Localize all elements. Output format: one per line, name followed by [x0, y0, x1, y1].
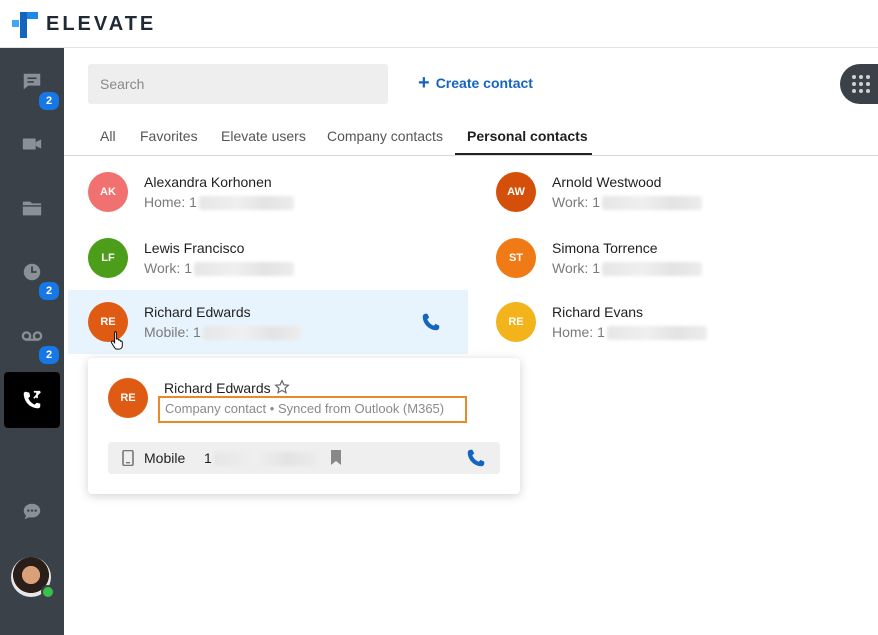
contact-avatar: AK	[88, 172, 128, 212]
sidebar-item-messages[interactable]	[4, 484, 60, 540]
dialpad-button[interactable]	[840, 64, 878, 104]
contact-avatar: RE	[496, 302, 536, 342]
contact-avatar: AW	[496, 172, 536, 212]
contact-item-hovered[interactable]: RE Richard Edwards Mobile: 1	[68, 290, 468, 354]
contact-item[interactable]: AW Arnold Westwood Work: 1	[476, 158, 876, 222]
contact-phone: Work: 1	[552, 260, 702, 277]
tab-personal-contacts[interactable]: Personal contacts	[467, 128, 588, 144]
sidebar-item-chat[interactable]: 2	[4, 54, 61, 112]
dialpad-icon	[852, 75, 870, 93]
contact-phone: Home: 1	[552, 324, 707, 341]
contact-item[interactable]: RE Richard Evans Home: 1	[476, 290, 876, 354]
sidebar: 2 2 2	[0, 48, 64, 635]
folder-icon	[22, 201, 42, 216]
contact-name: Richard Edwards	[144, 304, 251, 320]
contact-name: Alexandra Korhonen	[144, 174, 272, 190]
video-icon	[22, 138, 42, 150]
contact-tabs: All Favorites Elevate users Company cont…	[64, 118, 878, 156]
contact-name: Richard Evans	[552, 304, 644, 320]
call-phone-icon[interactable]	[465, 447, 487, 469]
contact-phone: Home: 1	[144, 194, 294, 211]
create-contact-label: Create contact	[435, 75, 533, 91]
tab-elevate-users[interactable]: Elevate users	[221, 128, 306, 144]
search-input[interactable]	[88, 64, 388, 104]
elevate-logo	[12, 12, 38, 38]
clock-icon	[23, 263, 41, 281]
tab-all[interactable]: All	[100, 128, 116, 144]
active-tab-indicator	[455, 153, 592, 155]
plus-icon: +	[418, 72, 430, 94]
contact-details-card: RE Richard Edwards Company contact • Syn…	[88, 358, 520, 494]
contacts-phone-icon	[23, 390, 41, 409]
star-icon[interactable]	[274, 379, 290, 395]
create-contact-button[interactable]: + Create contact	[418, 72, 533, 94]
voicemail-badge: 2	[37, 344, 61, 366]
card-contact-name: Richard Edwards	[164, 380, 271, 396]
contact-item[interactable]: LF Lewis Francisco Work: 1	[68, 224, 468, 288]
bookmark-icon[interactable]	[330, 450, 342, 465]
brand-name: ELEVATE	[46, 13, 157, 35]
sidebar-item-meetings[interactable]	[4, 116, 60, 172]
phone-type-label: Mobile	[144, 450, 186, 466]
phone-number-row[interactable]: Mobile 1	[108, 442, 500, 474]
contact-phone: Work: 1	[552, 194, 702, 211]
top-bar: ELEVATE	[0, 0, 878, 48]
history-badge: 2	[37, 280, 61, 302]
contact-avatar: ST	[496, 238, 536, 278]
voicemail-icon	[21, 331, 43, 341]
sidebar-item-history[interactable]: 2	[4, 244, 61, 302]
contact-item[interactable]: AK Alexandra Korhonen Home: 1	[68, 158, 468, 222]
contact-name: Simona Torrence	[552, 240, 658, 256]
contact-name: Arnold Westwood	[552, 174, 662, 190]
phone-number: 1	[204, 450, 318, 467]
mobile-device-icon	[122, 450, 134, 466]
contact-source-label: Company contact • Synced from Outlook (M…	[158, 396, 467, 423]
call-phone-icon[interactable]	[420, 311, 442, 333]
card-avatar: RE	[108, 378, 148, 418]
contact-item[interactable]: ST Simona Torrence Work: 1	[476, 224, 876, 288]
tab-company-contacts[interactable]: Company contacts	[327, 128, 443, 144]
sidebar-item-contacts[interactable]	[4, 372, 60, 428]
chat-badge: 2	[37, 90, 61, 112]
contact-phone: Mobile: 1	[144, 324, 301, 341]
sidebar-item-files[interactable]	[4, 180, 60, 236]
sidebar-item-voicemail[interactable]: 2	[4, 308, 61, 366]
presence-indicator	[41, 585, 55, 599]
contact-avatar: LF	[88, 238, 128, 278]
contact-name: Lewis Francisco	[144, 240, 245, 256]
contact-phone: Work: 1	[144, 260, 294, 277]
tab-favorites[interactable]: Favorites	[140, 128, 198, 144]
speech-bubble-icon	[23, 503, 41, 520]
hand-cursor-icon	[110, 331, 123, 350]
chat-icon	[23, 73, 41, 90]
